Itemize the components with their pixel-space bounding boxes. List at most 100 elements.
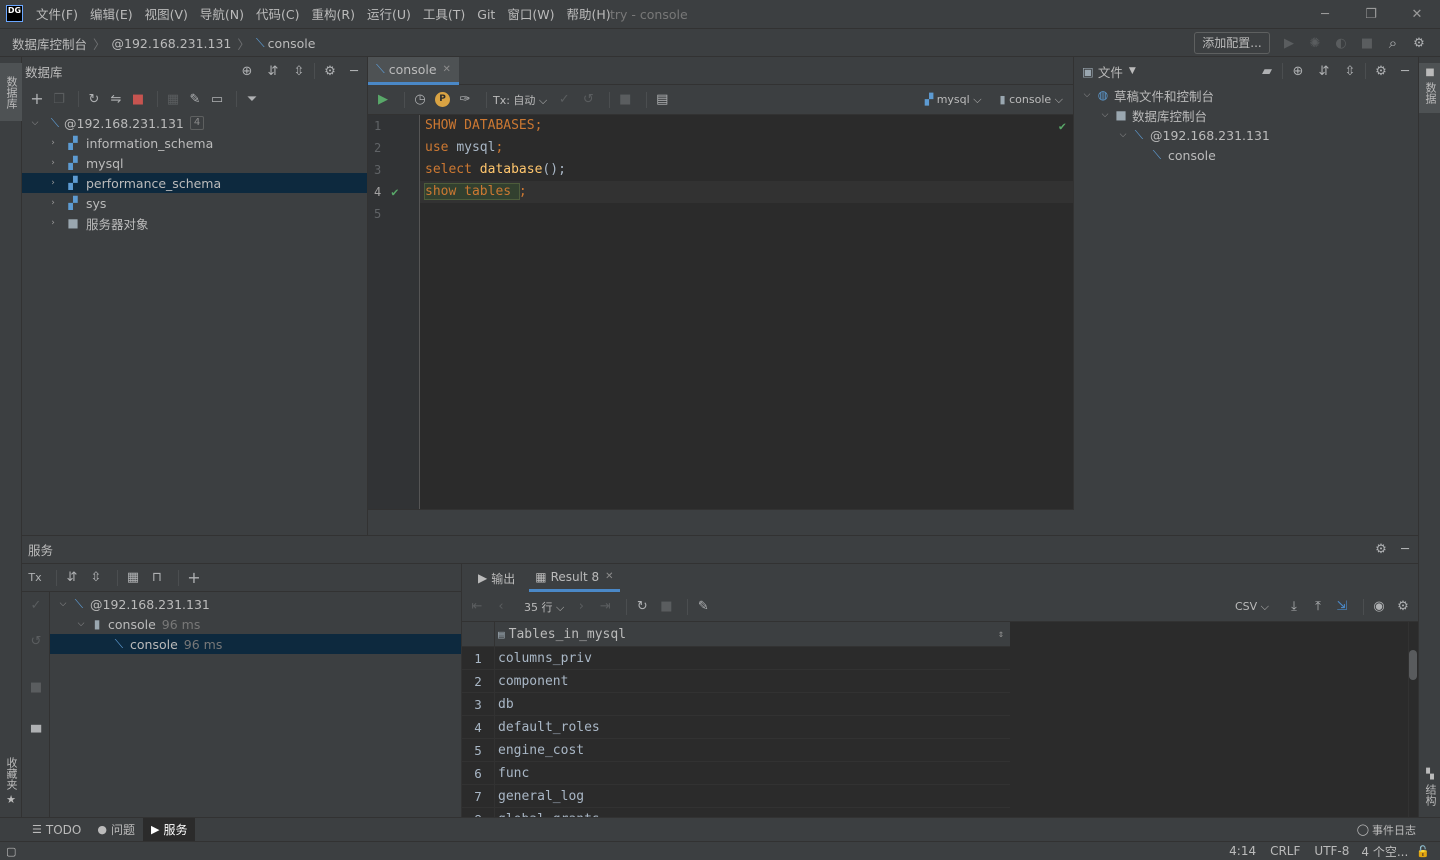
line-separator[interactable]: CRLF [1270, 844, 1300, 858]
service-node-console-selected[interactable]: ⟍ console 96 ms [50, 634, 461, 654]
table-cell[interactable]: columns_priv [495, 647, 1010, 669]
tab-result[interactable]: ▦ Result 8 ✕ [529, 564, 620, 592]
service-node-connection[interactable]: ⌵ ⟍ @192.168.231.131 [50, 594, 461, 614]
code-line[interactable]: select database(); [420, 159, 1074, 181]
tree-node-connection[interactable]: ⌵ ⟍ @192.168.231.131 4 [22, 113, 367, 133]
settings-wrench-icon[interactable]: ✑ [456, 91, 474, 109]
chevron-down-icon[interactable]: ⌵ [74, 619, 88, 629]
breadcrumb-item[interactable]: console [268, 36, 316, 51]
stop-icon[interactable]: ■ [129, 90, 147, 108]
locate-icon[interactable]: ⊕ [238, 62, 256, 80]
menu-window[interactable]: 窗口(W) [501, 0, 560, 29]
column-header[interactable]: ▤ Tables_in_mysql ⇕ [495, 627, 1010, 642]
row-count-dropdown[interactable]: 35 行 ⌵ [524, 599, 564, 615]
menu-refactor[interactable]: 重构(R) [306, 0, 361, 29]
download-icon[interactable]: ⤓ [1285, 598, 1303, 616]
tab-console[interactable]: ⟍ console ✕ [368, 56, 459, 85]
table-row[interactable]: 4 default_roles [462, 716, 1010, 739]
refresh-icon[interactable]: ↻ [85, 90, 103, 108]
add-icon[interactable]: + [28, 90, 46, 108]
table-cell[interactable]: component [495, 670, 1010, 692]
table-cell[interactable]: engine_cost [495, 739, 1010, 761]
database-tool-tab[interactable]: 数据库 [0, 63, 22, 121]
menu-view[interactable]: 视图(V) [139, 0, 194, 29]
edit-icon[interactable]: ✎ [186, 90, 204, 108]
code-line[interactable]: SHOW DATABASES; [420, 115, 1074, 137]
collapse-all-icon[interactable]: ⇳ [1341, 62, 1359, 80]
tree-node-db-consoles[interactable]: ⌵ ■ 数据库控制台 [1074, 105, 1418, 125]
expand-all-icon[interactable]: ⇵ [264, 62, 282, 80]
commit-icon[interactable]: ✓ [27, 596, 45, 614]
panel-title[interactable]: 文件 [1098, 62, 1123, 81]
hide-icon[interactable]: ─ [345, 62, 363, 80]
table-row[interactable]: 7 general_log [462, 785, 1010, 808]
first-page-icon[interactable]: ⇤ [468, 598, 486, 616]
table-row[interactable]: 3 db [462, 693, 1010, 716]
tab-output[interactable]: ▶ 输出 [472, 564, 521, 592]
table-cell[interactable]: default_roles [495, 716, 1010, 738]
stop-icon[interactable]: ■ [27, 678, 45, 696]
file-encoding[interactable]: UTF-8 [1314, 844, 1349, 858]
event-log-tab[interactable]: ◯ 事件日志 [1357, 822, 1440, 838]
group-icon[interactable]: ▦ [124, 569, 142, 587]
chevron-right-icon[interactable]: › [46, 198, 60, 208]
toggle-tool-windows-icon[interactable]: ▢ [6, 845, 16, 858]
close-tab-icon[interactable]: ✕ [443, 64, 451, 75]
hide-icon[interactable]: ─ [1396, 541, 1414, 559]
chevron-down-icon[interactable]: ⌵ [1098, 110, 1112, 120]
gear-icon[interactable]: ⚙ [1372, 541, 1390, 559]
close-icon[interactable]: ✕ [1394, 0, 1440, 29]
chevron-right-icon[interactable]: › [46, 138, 60, 148]
upload-icon[interactable]: ⤒ [1309, 598, 1327, 616]
schema-selector[interactable]: ▞ mysql ⌵ [925, 93, 982, 107]
menu-git[interactable]: Git [471, 0, 501, 29]
chevron-right-icon[interactable]: › [46, 218, 60, 228]
chevron-down-icon[interactable]: ▼ [1129, 66, 1258, 76]
caret-position[interactable]: 4:14 [1229, 844, 1256, 858]
next-page-icon[interactable]: › [572, 598, 590, 616]
menu-run[interactable]: 运行(U) [361, 0, 417, 29]
last-page-icon[interactable]: ⇥ [596, 598, 614, 616]
menu-file[interactable]: 文件(F) [30, 0, 84, 29]
coverage-icon[interactable]: ◐ [1332, 34, 1350, 52]
gear-icon[interactable]: ⚙ [1394, 598, 1412, 616]
add-configuration-button[interactable]: 添加配置... [1194, 32, 1270, 54]
structure-tool-tab[interactable]: ▚ 结构 [1419, 769, 1440, 813]
service-node-session[interactable]: ⌵ ▮ console 96 ms [50, 614, 461, 634]
menu-help[interactable]: 帮助(H) [560, 0, 616, 29]
commit-icon[interactable]: ✓ [555, 91, 573, 109]
locate-icon[interactable]: ⊕ [1289, 62, 1307, 80]
compare-icon[interactable]: ⇲ [1333, 598, 1351, 616]
tree-node-schema[interactable]: › ▞ information_schema [22, 133, 367, 153]
transaction-icon[interactable]: Tx [26, 569, 44, 587]
collapse-all-icon[interactable]: ⇳ [290, 62, 308, 80]
collapse-all-icon[interactable]: ⇳ [87, 569, 105, 587]
tree-node-connection[interactable]: ⌵ ⟍ @192.168.231.131 [1074, 125, 1418, 145]
view-icon[interactable]: ◉ [1370, 598, 1388, 616]
code-area[interactable]: SHOW DATABASES; use mysql; select databa… [420, 115, 1074, 509]
tree-node-console[interactable]: ⟍ console [1074, 145, 1418, 165]
chevron-right-icon[interactable]: › [46, 158, 60, 168]
previous-page-icon[interactable]: ‹ [492, 598, 510, 616]
stop-icon[interactable]: ■ [657, 598, 675, 616]
run-icon[interactable]: ▶ [1280, 34, 1298, 52]
expand-all-icon[interactable]: ⇵ [1315, 62, 1333, 80]
code-line[interactable]: use mysql; [420, 137, 1074, 159]
session-selector[interactable]: ▮ console ⌵ [1000, 93, 1063, 107]
problems-tab[interactable]: ● 问题 [89, 818, 143, 842]
breadcrumb-item[interactable]: 数据库控制台 [12, 34, 87, 53]
chevron-right-icon[interactable]: › [46, 178, 60, 188]
rollback-icon[interactable]: ↺ [579, 91, 597, 109]
menu-edit[interactable]: 编辑(E) [84, 0, 139, 29]
table-cell[interactable]: db [495, 693, 1010, 715]
tree-node-schema[interactable]: › ▞ mysql [22, 153, 367, 173]
gear-icon[interactable]: ⚙ [1410, 34, 1428, 52]
grid-vertical-scrollbar[interactable] [1408, 622, 1418, 818]
expand-all-icon[interactable]: ⇵ [63, 569, 81, 587]
table-cell[interactable]: general_log [495, 785, 1010, 807]
history-icon[interactable]: ◷ [411, 91, 429, 109]
code-line[interactable] [420, 203, 1074, 225]
export-format-dropdown[interactable]: CSV ⌵ [1235, 600, 1269, 614]
new-tab-icon[interactable]: ⊓ [148, 569, 166, 587]
data-tool-tab[interactable]: ■ 数据 [1419, 63, 1440, 113]
